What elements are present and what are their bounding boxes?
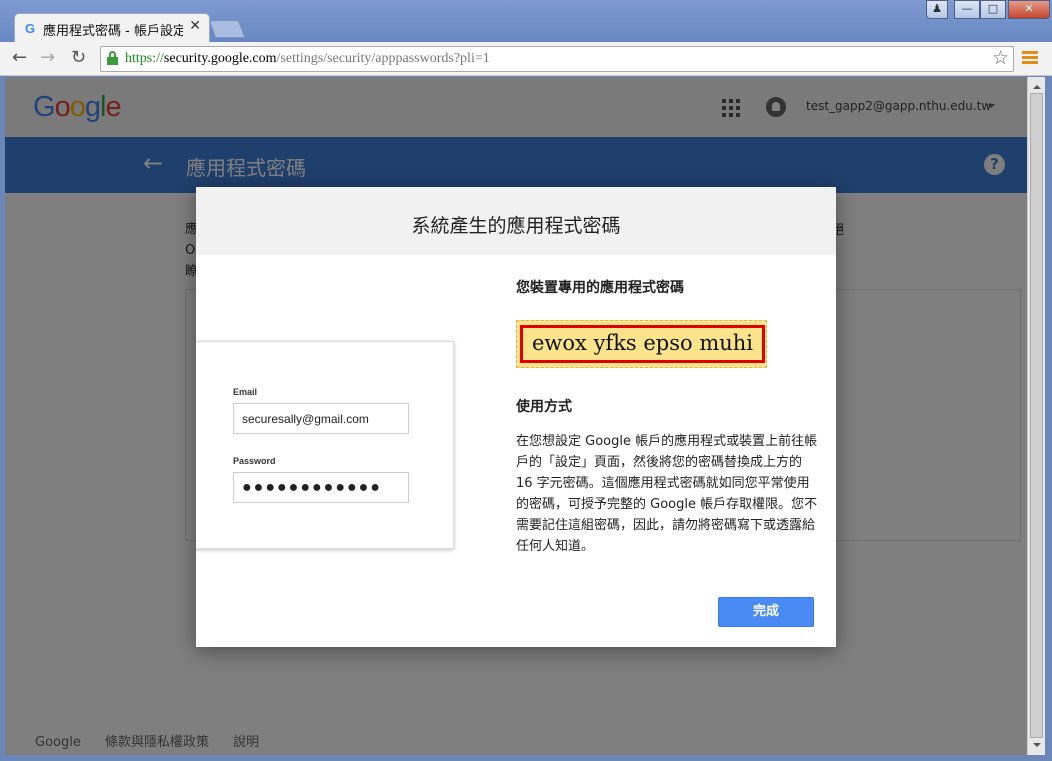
app-password-highlight: ewox yfks epso muhi xyxy=(520,325,765,363)
new-tab-button[interactable] xyxy=(208,20,246,38)
sample-password-field: ●●●●●●●●●●●● xyxy=(233,472,409,503)
browser-menu-icon[interactable] xyxy=(1022,51,1038,66)
close-tab-icon[interactable]: ✕ xyxy=(189,18,201,34)
sample-email-label: Email xyxy=(233,387,258,397)
address-bar[interactable]: https://security.google.com/settings/sec… xyxy=(100,46,1014,72)
sample-password-label: Password xyxy=(233,456,276,466)
bookmark-star-icon[interactable]: ☆ xyxy=(992,47,1009,69)
scroll-thumb[interactable] xyxy=(1030,93,1043,738)
scroll-up-arrow-icon[interactable] xyxy=(1033,81,1041,89)
window-frame-right xyxy=(1045,77,1052,761)
app-password-dialog: 系統產生的應用程式密碼 Email securesally@gmail.com … xyxy=(196,187,836,647)
dialog-header: 系統產生的應用程式密碼 xyxy=(196,187,836,255)
vertical-scrollbar[interactable] xyxy=(1027,77,1045,755)
usage-heading: 使用方式 xyxy=(516,399,572,415)
page-content: Google test_gapp2@gapp.nthu.edu.tw ← 應用程… xyxy=(5,77,1027,755)
google-favicon-icon: G xyxy=(25,21,36,36)
browser-titlebar: G 應用程式密碼 - 帳戶設定 ✕ ♟ — □ ✕ xyxy=(0,0,1052,42)
lock-icon xyxy=(107,51,118,65)
window-close-button[interactable]: ✕ xyxy=(1008,0,1050,19)
app-password-box: ewox yfks epso muhi xyxy=(516,320,767,368)
browser-tab[interactable]: G 應用程式密碼 - 帳戶設定 ✕ xyxy=(14,13,210,42)
app-password-value: ewox yfks epso muhi xyxy=(532,331,754,355)
scroll-down-arrow-icon[interactable] xyxy=(1033,743,1041,751)
maximize-button[interactable]: □ xyxy=(980,0,1006,19)
sample-email-field: securesally@gmail.com xyxy=(233,403,409,434)
device-password-heading: 您裝置專用的應用程式密碼 xyxy=(516,280,684,296)
sample-login-illustration: Email securesally@gmail.com Password ●●●… xyxy=(196,341,454,549)
forward-arrow-icon[interactable]: → xyxy=(40,47,55,68)
dialog-title: 系統產生的應用程式密碼 xyxy=(411,215,621,237)
minimize-button[interactable]: — xyxy=(954,0,980,19)
user-icon[interactable]: ♟ xyxy=(926,0,948,19)
done-button[interactable]: 完成 xyxy=(718,597,814,627)
url-text: https://security.google.com/settings/sec… xyxy=(125,51,490,66)
tab-title: 應用程式密碼 - 帳戶設定 xyxy=(43,24,183,39)
back-arrow-icon[interactable]: ← xyxy=(12,47,27,68)
browser-toolbar: ← → ↻ https://security.google.com/settin… xyxy=(0,42,1052,76)
usage-instructions: 在您想設定 Google 帳戶的應用程式或裝置上前往帳戶的「設定」頁面，然後將您… xyxy=(516,434,818,554)
reload-icon[interactable]: ↻ xyxy=(71,47,86,68)
window-frame-bottom xyxy=(0,755,1052,761)
